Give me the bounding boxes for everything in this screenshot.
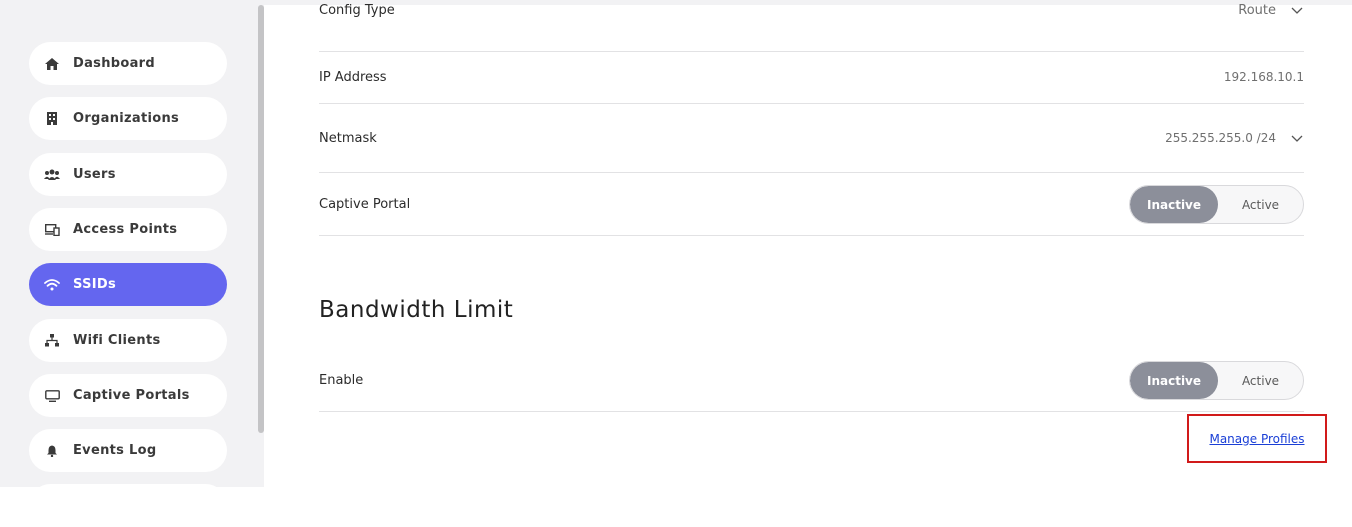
ip-address-row: IP Address 192.168.10.1 <box>319 67 1304 87</box>
divider <box>319 411 1304 412</box>
netmask-value: 255.255.255.0 /24 <box>1165 131 1276 145</box>
divider <box>319 103 1304 104</box>
monitor-icon <box>43 389 61 403</box>
captive-portal-row: Captive Portal Inactive Active <box>319 185 1304 224</box>
sidebar-item-wifi-clients[interactable]: Wifi Clients <box>29 319 227 362</box>
sidebar-item-ssids[interactable]: SSIDs <box>29 263 227 306</box>
bell-icon <box>43 444 61 458</box>
sidebar-item-more[interactable] <box>29 484 227 527</box>
manage-profiles-link[interactable]: Manage Profiles <box>1209 432 1304 446</box>
sidebar: Dashboard Organizations Users Access Poi… <box>0 5 264 527</box>
bandwidth-enable-row: Enable Inactive Active <box>319 361 1304 400</box>
netmask-select[interactable]: 255.255.255.0 /24 <box>1165 131 1304 145</box>
toggle-inactive-option[interactable]: Inactive <box>1130 362 1218 399</box>
devices-icon <box>43 223 61 237</box>
captive-portal-label: Captive Portal <box>319 197 411 212</box>
ssid-settings-panel: Config Type Route IP Address 192.168.10.… <box>319 0 1304 487</box>
sidebar-item-label: Organizations <box>73 111 180 126</box>
chevron-down-icon <box>1290 131 1304 145</box>
network-icon <box>43 334 61 348</box>
sidebar-item-captive-portals[interactable]: Captive Portals <box>29 374 227 417</box>
divider <box>319 51 1304 52</box>
toggle-inactive-option[interactable]: Inactive <box>1130 186 1218 223</box>
sidebar-item-dashboard[interactable]: Dashboard <box>29 42 227 85</box>
manage-profiles-highlight: Manage Profiles <box>1187 414 1327 463</box>
config-type-value: Route <box>1238 2 1276 18</box>
bandwidth-enable-toggle[interactable]: Inactive Active <box>1129 361 1304 400</box>
captive-portal-toggle[interactable]: Inactive Active <box>1129 185 1304 224</box>
building-icon <box>43 112 61 126</box>
divider <box>319 235 1304 236</box>
sidebar-item-organizations[interactable]: Organizations <box>29 97 227 140</box>
sidebar-item-events-log[interactable]: Events Log <box>29 429 227 472</box>
config-type-select[interactable]: Route <box>1238 3 1304 18</box>
netmask-label: Netmask <box>319 130 377 146</box>
sidebar-item-access-points[interactable]: Access Points <box>29 208 227 251</box>
sidebar-item-label: SSIDs <box>73 277 117 292</box>
sidebar-item-label: Dashboard <box>73 56 155 71</box>
ip-address-label: IP Address <box>319 69 387 85</box>
divider <box>319 172 1304 173</box>
sidebar-scrollbar[interactable] <box>258 5 264 433</box>
wifi-icon <box>43 278 61 292</box>
toggle-active-option[interactable]: Active <box>1218 362 1303 399</box>
chevron-down-icon <box>1290 3 1304 17</box>
users-icon <box>43 168 61 182</box>
toggle-active-option[interactable]: Active <box>1218 186 1303 223</box>
config-type-label: Config Type <box>319 2 395 18</box>
sidebar-item-label: Captive Portals <box>73 388 190 403</box>
sidebar-item-users[interactable]: Users <box>29 153 227 196</box>
bandwidth-enable-label: Enable <box>319 373 364 388</box>
config-type-row: Config Type Route <box>319 0 1304 20</box>
bandwidth-limit-title: Bandwidth Limit <box>319 297 514 323</box>
ip-address-value: 192.168.10.1 <box>1223 70 1304 84</box>
sidebar-item-label: Access Points <box>73 222 178 237</box>
sidebar-item-label: Users <box>73 167 116 182</box>
netmask-row: Netmask 255.255.255.0 /24 <box>319 128 1304 148</box>
home-icon <box>43 57 61 71</box>
sidebar-item-label: Events Log <box>73 443 157 458</box>
sidebar-item-label: Wifi Clients <box>73 333 161 348</box>
